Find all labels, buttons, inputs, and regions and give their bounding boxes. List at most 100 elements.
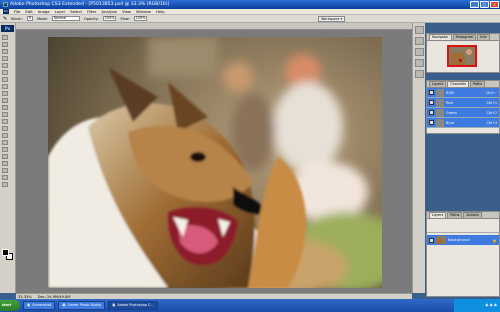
photo-canvas[interactable] (48, 37, 382, 288)
hand-tool-icon[interactable] (2, 175, 8, 180)
channel-shortcut: Ctrl+1 (486, 100, 497, 105)
menu-analysis[interactable]: Analysis (101, 9, 117, 14)
opacity-input[interactable]: 100% (102, 16, 117, 21)
channel-name: Blue (446, 120, 454, 125)
channel-row-rgb[interactable]: RGB Ctrl+~ (427, 88, 499, 98)
tab-paths[interactable]: Paths (447, 212, 463, 218)
photoshop-icon: ▣ (112, 303, 116, 307)
eraser-tool-icon[interactable] (2, 105, 8, 110)
taskbar-item-screenshot[interactable]: ▣ Screenshot (23, 301, 56, 310)
visibility-eye-icon[interactable] (429, 110, 434, 115)
brush-label: Brush: (11, 16, 23, 21)
channel-row-red[interactable]: Red Ctrl+1 (427, 98, 499, 108)
magic-wand-tool-icon[interactable] (2, 56, 8, 61)
foreground-color-swatch[interactable] (2, 249, 9, 256)
channel-thumbnail (436, 88, 444, 97)
maximize-button[interactable]: □ (480, 1, 489, 8)
channel-row-blue[interactable]: Blue Ctrl+3 (427, 118, 499, 128)
channel-shortcut: Ctrl+2 (486, 110, 497, 115)
history-brush-tool-icon[interactable] (2, 98, 8, 103)
eyedropper-tool-icon[interactable] (2, 168, 8, 173)
tab-histogram[interactable]: Histogram (452, 34, 477, 40)
opacity-label: Opacity: (83, 16, 99, 21)
tab-navigator[interactable]: Navigator (429, 34, 452, 40)
blur-tool-icon[interactable] (2, 119, 8, 124)
slice-tool-icon[interactable] (2, 70, 8, 75)
tab-layers[interactable]: Layers (429, 212, 447, 218)
healing-tool-icon[interactable] (2, 77, 8, 82)
close-button[interactable]: × (490, 1, 499, 8)
window-title: Adobe Photoshop CS3 Extended - [P5013853… (10, 2, 170, 7)
menu-edit[interactable]: Edit (25, 9, 32, 14)
taskbar-item-photo-studio[interactable]: ▣ Owner Photo Studio (58, 301, 106, 310)
tab-layers-alt[interactable]: Layers (429, 81, 447, 87)
history-panel-icon[interactable] (415, 26, 424, 34)
type-tool-icon[interactable] (2, 140, 8, 145)
navigator-thumbnail[interactable] (447, 45, 477, 67)
layer-options-row (427, 219, 499, 233)
layer-comps-panel-icon[interactable] (415, 70, 424, 78)
dodge-tool-icon[interactable] (2, 126, 8, 131)
flow-input[interactable]: 100% (133, 16, 148, 21)
tab-paths-alt[interactable]: Paths (469, 81, 486, 87)
minimize-button[interactable]: _ (470, 1, 479, 8)
tray-icons[interactable]: ◉ ◉ ◉ (485, 303, 497, 307)
marquee-tool-icon[interactable] (2, 42, 8, 47)
lasso-tool-icon[interactable] (2, 49, 8, 54)
windows-taskbar: start ▣ Screenshot ▣ Owner Photo Studio … (0, 299, 500, 312)
layer-thumbnail (436, 236, 446, 244)
tab-actions[interactable]: Actions (463, 212, 482, 218)
workspace-button[interactable]: Workspace ▾ (318, 16, 346, 22)
start-button[interactable]: start (0, 300, 20, 311)
menu-window[interactable]: Window (136, 9, 151, 14)
brush-tool-icon[interactable]: ✎ (3, 16, 7, 22)
menu-help[interactable]: Help (156, 9, 165, 14)
photoshop-logo-icon: Ps (3, 9, 9, 14)
brush-tool-icon[interactable] (2, 84, 8, 89)
navigator-panel: Navigator Histogram Info (426, 33, 500, 73)
menu-file[interactable]: File (14, 9, 20, 14)
lock-icon: 🔒 (492, 237, 497, 243)
mode-select[interactable]: Normal (51, 16, 80, 21)
move-tool-icon[interactable] (2, 35, 8, 40)
brush-size-picker[interactable]: 9 (26, 16, 33, 21)
menu-select[interactable]: Select (70, 9, 82, 14)
taskbar-item-photoshop[interactable]: ▣ Adobe Photoshop C... (108, 301, 158, 310)
channel-shortcut: Ctrl+~ (485, 90, 497, 95)
channel-row-green[interactable]: Green Ctrl+2 (427, 108, 499, 118)
menu-image[interactable]: Image (38, 9, 50, 14)
channel-thumbnail (436, 98, 444, 107)
zoom-level[interactable]: 33.33% (18, 295, 32, 299)
collie-photo (48, 37, 382, 288)
menu-filter[interactable]: Filter (87, 9, 96, 14)
channels-panel: Layers Channels Paths RGB Ctrl+~ Red Ctr… (426, 80, 500, 134)
shape-tool-icon[interactable] (2, 154, 8, 159)
mode-label: Mode: (36, 16, 48, 21)
visibility-eye-icon[interactable] (429, 120, 434, 125)
path-select-tool-icon[interactable] (2, 147, 8, 152)
channel-name: Red (446, 100, 453, 105)
channel-thumbnail (436, 118, 444, 127)
crop-tool-icon[interactable] (2, 63, 8, 68)
brushes-panel-icon[interactable] (415, 48, 424, 56)
app-icon: ▣ (62, 303, 66, 307)
visibility-eye-icon[interactable] (429, 100, 434, 105)
layers-panel: Layers Paths Actions Background 🔒 (426, 211, 500, 297)
tool-presets-panel-icon[interactable] (415, 59, 424, 67)
toolbox: Ps (0, 23, 16, 293)
actions-panel-icon[interactable] (415, 37, 424, 45)
layer-name: Background (448, 238, 470, 242)
visibility-eye-icon[interactable] (429, 237, 434, 243)
clone-stamp-tool-icon[interactable] (2, 91, 8, 96)
gradient-tool-icon[interactable] (2, 112, 8, 117)
menu-layer[interactable]: Layer (55, 9, 66, 14)
tab-info[interactable]: Info (477, 34, 490, 40)
menu-view[interactable]: View (122, 9, 131, 14)
visibility-eye-icon[interactable] (429, 90, 434, 95)
zoom-tool-icon[interactable] (2, 182, 8, 187)
taskbar-item-label: Screenshot (32, 303, 52, 307)
tab-channels[interactable]: Channels (447, 81, 469, 87)
notes-tool-icon[interactable] (2, 161, 8, 166)
pen-tool-icon[interactable] (2, 133, 8, 138)
layer-row-background[interactable]: Background 🔒 (427, 235, 499, 245)
